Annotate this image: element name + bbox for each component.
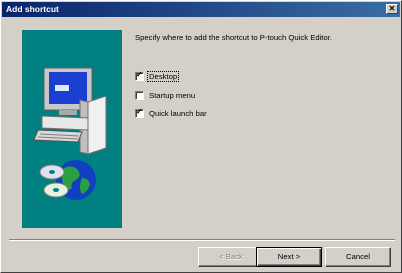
separator: [9, 239, 395, 241]
close-icon: ✕: [388, 4, 396, 13]
checkmark-icon: ✓: [136, 69, 143, 79]
back-button[interactable]: < Back: [198, 247, 264, 267]
option-quick-launch-bar[interactable]: ✓ Quick launch bar: [135, 107, 208, 119]
quick-launch-bar-label[interactable]: Quick launch bar: [148, 109, 208, 118]
wizard-illustration: [22, 30, 122, 228]
next-button[interactable]: Next >: [256, 247, 322, 267]
cancel-button[interactable]: Cancel: [325, 247, 391, 267]
title-bar[interactable]: Add shortcut ✕: [2, 2, 400, 17]
add-shortcut-dialog: Add shortcut ✕ Specify where to add the …: [0, 0, 402, 273]
startup-menu-checkbox[interactable]: [135, 90, 144, 100]
close-button[interactable]: ✕: [386, 4, 398, 14]
desktop-checkbox[interactable]: ✓: [135, 69, 144, 81]
desktop-label[interactable]: Desktop: [146, 70, 180, 82]
option-desktop[interactable]: ✓ Desktop: [135, 69, 180, 82]
option-startup-menu[interactable]: Startup menu: [135, 89, 196, 101]
startup-menu-label[interactable]: Startup menu: [148, 91, 196, 100]
quick-launch-bar-checkbox[interactable]: ✓: [135, 106, 144, 118]
computer-globe-icon: [33, 67, 107, 200]
dialog-title: Add shortcut: [6, 4, 59, 14]
instruction-text: Specify where to add the shortcut to P-t…: [135, 33, 332, 42]
checkmark-icon: ✓: [136, 106, 143, 116]
